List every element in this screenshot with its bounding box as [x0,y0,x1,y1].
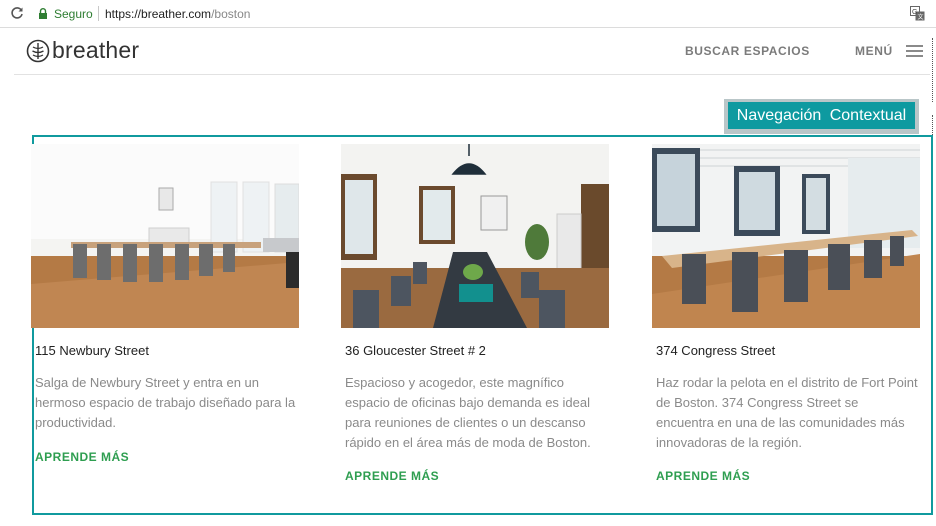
space-card-description: Salga de Newbury Street y entra en un he… [35,375,296,430]
learn-more-link[interactable]: APRENDE MÁS [345,469,439,483]
space-card-description: Haz rodar la pelota en el distrito de Fo… [656,375,918,450]
learn-more-link[interactable]: APRENDE MÁS [35,450,129,464]
site-header: breather BUSCAR ESPACIOS MENÚ [14,29,930,75]
space-photo[interactable] [341,144,609,328]
secure-label: Seguro [54,7,93,21]
space-card[interactable]: 374 Congress Street Haz rodar la pelota … [652,144,922,483]
annotation-label-text: Navegación Contextual [728,102,915,129]
svg-text:文: 文 [918,13,924,21]
space-card-title[interactable]: 115 Newbury Street [35,343,149,358]
lock-icon [39,8,47,19]
space-card[interactable]: 115 Newbury Street Salga de Newbury Stre… [31,144,301,464]
space-card-title[interactable]: 36 Gloucester Street # 2 [345,343,486,358]
logo-wordmark[interactable]: breather [52,37,139,64]
url-host: https://breather.com [105,7,212,21]
translate-icon[interactable]: G 文 [910,6,925,21]
space-card[interactable]: 36 Gloucester Street # 2 Espacioso y aco… [341,144,611,483]
url-field[interactable]: https://breather.com/boston [105,7,250,21]
browser-address-bar: Seguro https://breather.com/boston G 文 [0,0,936,28]
learn-more-link[interactable]: APRENDE MÁS [656,469,750,483]
hamburger-menu-icon[interactable] [906,45,923,57]
nav-search-spaces[interactable]: BUSCAR ESPACIOS [685,44,810,58]
url-separator [98,6,99,21]
space-photo[interactable] [652,144,920,328]
reload-icon[interactable] [10,6,24,20]
space-card-description: Espacioso y acogedor, este magnífico esp… [345,375,591,450]
space-photo[interactable] [31,144,299,328]
url-path: /boston [211,7,251,21]
space-card-title[interactable]: 374 Congress Street [656,343,775,358]
annotation-bracket [929,38,933,102]
nav-menu[interactable]: MENÚ [855,44,893,58]
annotation-label: Navegación Contextual [724,99,919,134]
breather-logo-icon[interactable] [26,39,50,63]
